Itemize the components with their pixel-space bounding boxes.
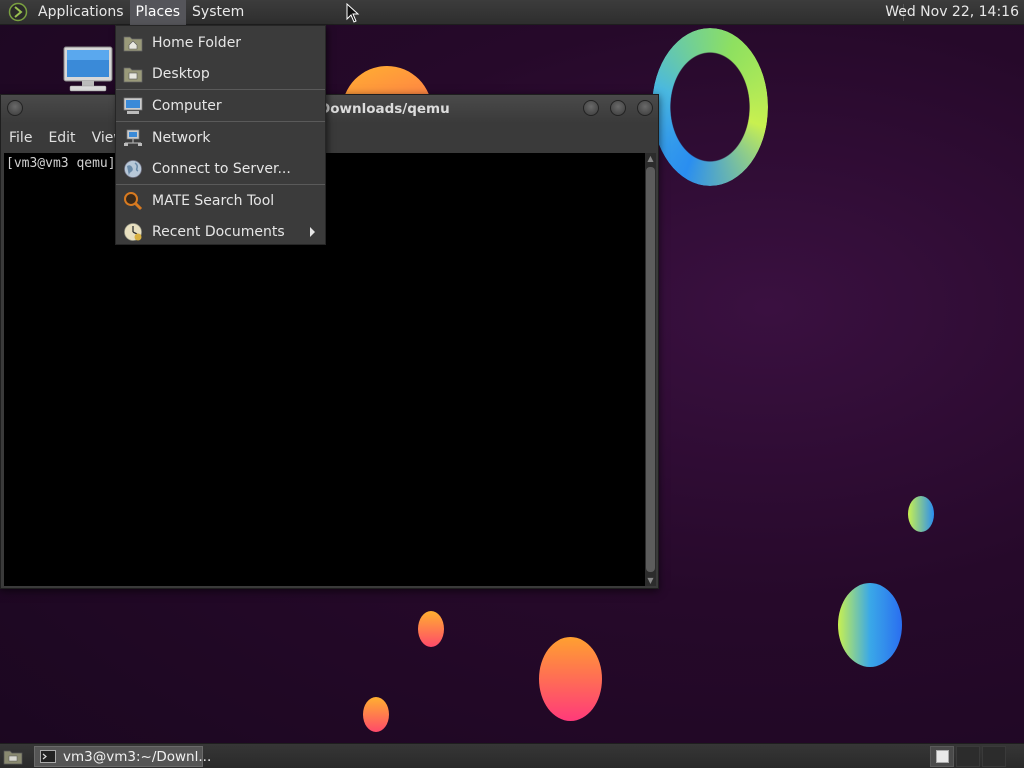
menu-item-label: Home Folder bbox=[152, 34, 242, 51]
menu-item-connect-to-server[interactable]: Connect to Server... bbox=[116, 153, 325, 184]
system-menu[interactable]: System bbox=[186, 0, 250, 25]
clock[interactable]: Wed Nov 22, 14:16 bbox=[885, 0, 1019, 25]
maximize-button[interactable] bbox=[610, 100, 626, 116]
top-panel: Applications Places System Wed Nov 22, 1… bbox=[0, 0, 1024, 25]
scroll-up-arrow-icon[interactable]: ▲ bbox=[645, 153, 656, 164]
close-button[interactable] bbox=[637, 100, 653, 116]
menu-item-computer[interactable]: Computer bbox=[116, 90, 325, 121]
terminal-titlebar[interactable]: Downloads/qemu bbox=[1, 95, 658, 123]
scroll-thumb[interactable] bbox=[646, 167, 655, 572]
show-desktop-icon[interactable] bbox=[3, 747, 23, 766]
scroll-down-arrow-icon[interactable]: ▼ bbox=[645, 575, 656, 586]
wallpaper-blob bbox=[418, 611, 444, 647]
menu-item-label: Connect to Server... bbox=[152, 160, 291, 177]
workspace-window-thumb bbox=[936, 750, 949, 763]
submenu-arrow-icon bbox=[310, 227, 315, 237]
home-folder-icon bbox=[122, 32, 144, 54]
terminal-icon bbox=[40, 750, 56, 763]
computer-desktop-icon[interactable] bbox=[62, 45, 114, 93]
menu-item-label: Desktop bbox=[152, 65, 210, 82]
wallpaper-blob bbox=[838, 583, 902, 667]
menu-item-network[interactable]: Network bbox=[116, 122, 325, 153]
mate-logo-icon[interactable] bbox=[7, 2, 29, 22]
terminal-scrollbar[interactable]: ▲ ▼ bbox=[645, 153, 656, 586]
minimize-button[interactable] bbox=[583, 100, 599, 116]
workspace-3[interactable] bbox=[982, 746, 1006, 767]
places-dropdown: Home Folder Desktop Computer Network Con… bbox=[115, 25, 326, 245]
workspace-2[interactable] bbox=[956, 746, 980, 767]
wallpaper-blob bbox=[539, 637, 602, 721]
computer-icon bbox=[122, 95, 144, 117]
menu-item-label: Network bbox=[152, 129, 211, 146]
menu-item-desktop[interactable]: Desktop bbox=[116, 58, 325, 89]
menu-item-recent-documents[interactable]: Recent Documents bbox=[116, 216, 325, 247]
menu-item-mate-search-tool[interactable]: MATE Search Tool bbox=[116, 185, 325, 216]
bottom-panel: vm3@vm3:~/Downl... bbox=[0, 743, 1024, 768]
menu-item-label: Computer bbox=[152, 97, 222, 114]
terminal-title: Downloads/qemu bbox=[319, 101, 450, 117]
terminal-menu-edit[interactable]: Edit bbox=[40, 130, 83, 146]
mouse-cursor-icon bbox=[346, 2, 360, 23]
menu-item-label: MATE Search Tool bbox=[152, 192, 275, 209]
network-icon bbox=[122, 127, 144, 149]
search-icon bbox=[122, 190, 144, 212]
wallpaper-blob bbox=[363, 697, 389, 732]
taskbar-terminal-button[interactable]: vm3@vm3:~/Downl... bbox=[34, 746, 211, 767]
desktop-folder-icon bbox=[122, 63, 144, 85]
applications-menu[interactable]: Applications bbox=[32, 0, 130, 25]
window-menu-button[interactable] bbox=[7, 100, 23, 116]
wallpaper-ring bbox=[652, 28, 768, 186]
workspace-1[interactable] bbox=[930, 746, 954, 767]
places-menu[interactable]: Places bbox=[129, 0, 187, 25]
menu-item-home-folder[interactable]: Home Folder bbox=[116, 27, 325, 58]
globe-icon bbox=[122, 158, 144, 180]
terminal-window[interactable]: Downloads/qemu File Edit View [vm3@vm3 q… bbox=[0, 94, 659, 589]
taskbar-label: vm3@vm3:~/Downl... bbox=[63, 748, 212, 765]
wallpaper-blob bbox=[908, 496, 934, 532]
recent-documents-icon bbox=[122, 221, 144, 243]
terminal-menubar: File Edit View bbox=[1, 123, 658, 153]
terminal-prompt: [vm3@vm3 qemu] bbox=[6, 156, 116, 171]
menu-item-label: Recent Documents bbox=[152, 223, 285, 240]
terminal-menu-file[interactable]: File bbox=[1, 130, 40, 146]
